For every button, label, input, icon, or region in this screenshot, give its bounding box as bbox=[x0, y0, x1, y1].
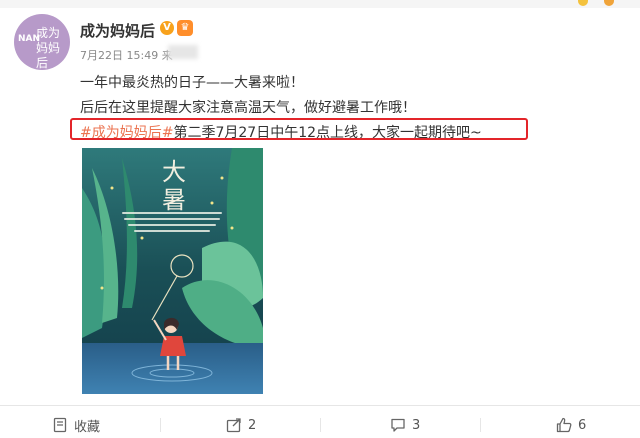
blurred-source bbox=[168, 45, 198, 59]
poster-title-2: 暑 bbox=[162, 186, 186, 214]
post-text-line-1: 一年中最炎热的日子——大暑来啦！ bbox=[80, 75, 304, 91]
like-button[interactable]: 6 bbox=[556, 415, 586, 435]
share-button[interactable]: 2 bbox=[226, 415, 256, 435]
avatar-text: 成为妈妈后 bbox=[36, 26, 61, 70]
top-decor-mark bbox=[578, 0, 588, 6]
action-separator bbox=[320, 418, 321, 432]
post-timestamp[interactable]: 7月22日 15:49 来 bbox=[80, 47, 173, 63]
author-name[interactable]: 成为妈妈后 bbox=[80, 20, 155, 41]
highlight-box bbox=[70, 118, 528, 140]
action-separator bbox=[160, 418, 161, 432]
post-text-line-2: 后后在这里提醒大家注意高温天气，做好避暑工作哦！ bbox=[80, 100, 416, 116]
avatar[interactable]: NAN 成为妈妈后 bbox=[14, 14, 70, 70]
member-badge-icon: ♛ bbox=[177, 20, 193, 36]
post-image[interactable]: 大 暑 bbox=[82, 148, 263, 394]
favorite-icon bbox=[53, 417, 67, 433]
action-separator bbox=[480, 418, 481, 432]
favorite-label: 收藏 bbox=[74, 419, 101, 435]
action-bar-divider bbox=[0, 405, 640, 406]
comment-icon bbox=[391, 418, 405, 432]
share-icon bbox=[226, 418, 241, 433]
verified-icon: V bbox=[160, 21, 174, 35]
share-count: 2 bbox=[248, 417, 257, 433]
comment-button[interactable]: 3 bbox=[390, 415, 420, 435]
top-strip bbox=[0, 0, 640, 8]
like-count: 6 bbox=[578, 417, 587, 433]
thumbs-up-icon bbox=[556, 417, 572, 433]
favorite-button[interactable]: 收藏 bbox=[52, 415, 100, 435]
comment-count: 3 bbox=[412, 417, 421, 433]
top-decor-mark bbox=[604, 0, 614, 6]
